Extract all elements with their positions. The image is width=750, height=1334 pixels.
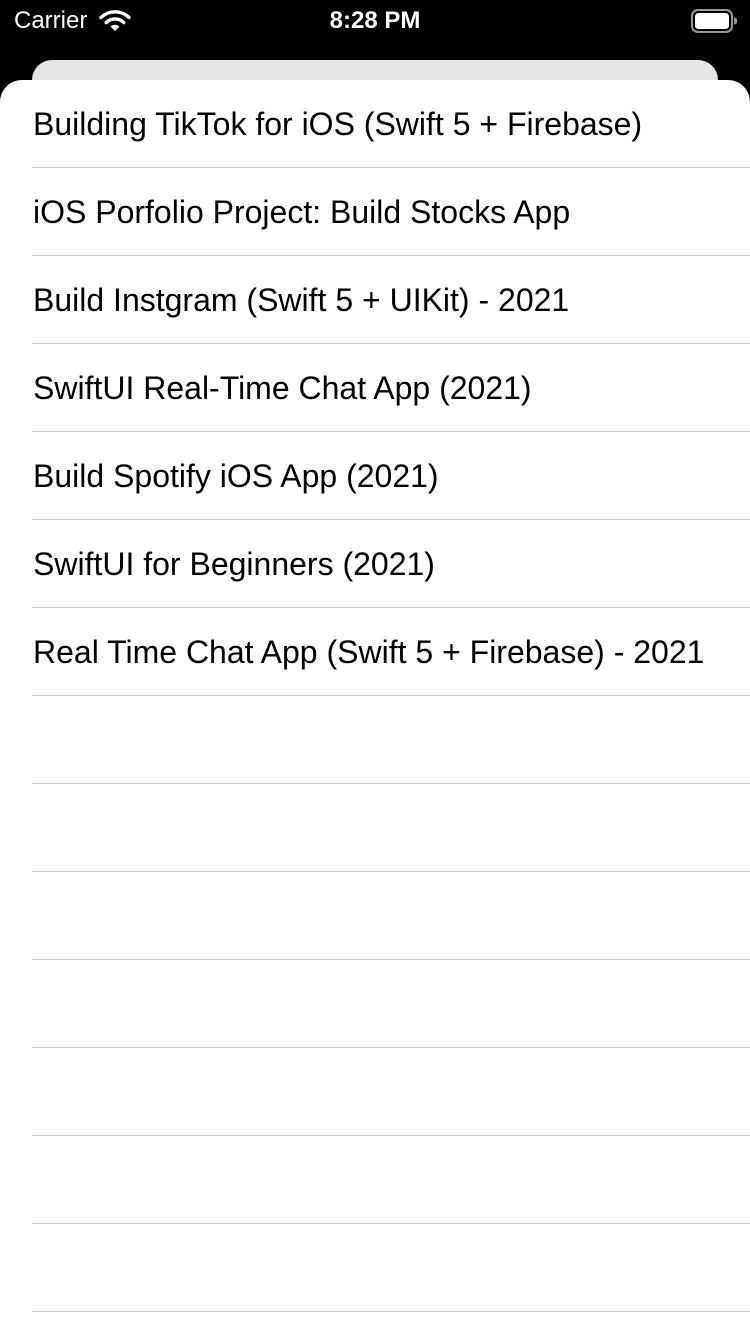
empty-row (0, 1136, 750, 1224)
course-list[interactable]: Building TikTok for iOS (Swift 5 + Fireb… (0, 80, 750, 1312)
list-item-label: SwiftUI for Beginners (2021) (33, 546, 435, 582)
status-bar: Carrier 8:28 PM (0, 0, 750, 40)
empty-row (0, 1048, 750, 1136)
empty-row (0, 784, 750, 872)
empty-row (0, 872, 750, 960)
list-item-label: Build Instgram (Swift 5 + UIKit) - 2021 (33, 282, 570, 318)
empty-row (0, 960, 750, 1048)
list-item-label: Real Time Chat App (Swift 5 + Firebase) … (33, 634, 705, 670)
list-item[interactable]: Build Spotify iOS App (2021) (0, 432, 750, 520)
list-item[interactable]: SwiftUI Real-Time Chat App (2021) (0, 344, 750, 432)
empty-row (0, 696, 750, 784)
list-item[interactable]: SwiftUI for Beginners (2021) (0, 520, 750, 608)
battery-icon (691, 9, 737, 33)
clock: 8:28 PM (329, 7, 421, 34)
list-item-label: Build Spotify iOS App (2021) (33, 458, 439, 494)
list-item[interactable]: Real Time Chat App (Swift 5 + Firebase) … (0, 608, 750, 696)
list-item[interactable]: Building TikTok for iOS (Swift 5 + Fireb… (0, 80, 750, 168)
list-item-label: Building TikTok for iOS (Swift 5 + Fireb… (33, 106, 643, 142)
empty-row (0, 1224, 750, 1312)
modal-sheet[interactable]: Building TikTok for iOS (Swift 5 + Fireb… (0, 80, 750, 1334)
list-item[interactable]: iOS Porfolio Project: Build Stocks App (0, 168, 750, 256)
list-item-label: iOS Porfolio Project: Build Stocks App (33, 194, 571, 230)
list-item[interactable]: Build Instgram (Swift 5 + UIKit) - 2021 (0, 256, 750, 344)
list-item-label: SwiftUI Real-Time Chat App (2021) (33, 370, 532, 406)
